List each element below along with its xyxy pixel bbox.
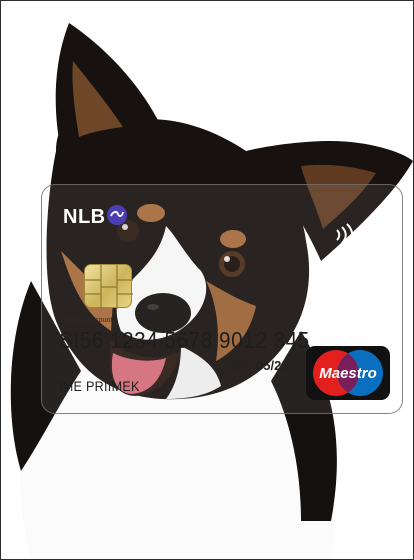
nlb-logo-icon (106, 204, 127, 225)
nlb-logo: NLB (63, 204, 127, 229)
contactless-icon (336, 223, 354, 247)
brand-name: NLB (63, 206, 106, 228)
valid-thru-label: VELJA DO (233, 359, 252, 372)
emv-chip-icon (84, 264, 133, 309)
valid-thru-date: 05/20 (256, 358, 289, 373)
network-name: Maestro (319, 365, 377, 382)
cardholder-name: IME PRIIMEK (59, 378, 140, 394)
account-number: SI56 1234 5678 9012 345 (59, 327, 310, 353)
card-design-preview: NLB Številka/ Account SI56 1234 5678 901… (0, 0, 414, 560)
account-label: Številka/ Account (59, 317, 113, 324)
